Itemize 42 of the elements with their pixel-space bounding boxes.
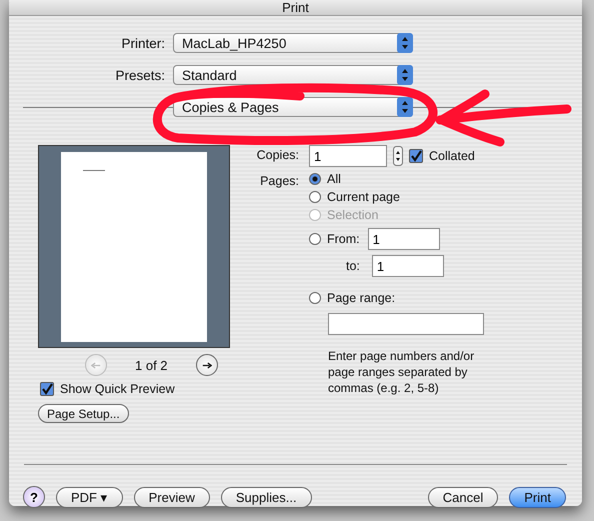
popup-menu[interactable]: Standard [173, 65, 413, 85]
updown-arrows-icon [397, 65, 413, 85]
to-field[interactable]: 1 [372, 255, 444, 277]
radio-label: From: [327, 232, 360, 246]
radio-button[interactable] [309, 233, 321, 245]
to-label: to: [346, 259, 360, 273]
radio-label: All [327, 172, 341, 186]
checkbox-label: Show Quick Preview [60, 382, 175, 396]
left-arrow-icon [91, 362, 101, 368]
radio-label: Current page [327, 190, 400, 204]
default-button[interactable]: Print [509, 486, 566, 508]
push-button[interactable]: Cancel [428, 486, 498, 508]
push-button[interactable]: Preview [134, 486, 210, 508]
page-indicator: 1 of 2 [135, 358, 168, 372]
checkbox[interactable] [40, 382, 54, 396]
menu-button[interactable]: PDF ▾ [56, 486, 123, 508]
next-page-button[interactable] [196, 354, 218, 376]
help-button[interactable]: ? [23, 486, 45, 508]
popup-label: Presets: [114, 68, 166, 82]
section-popup-menu[interactable]: Copies & Pages [173, 97, 413, 117]
popup-label: Printer: [120, 36, 166, 50]
window-title: Print [282, 0, 309, 15]
radio-button[interactable] [309, 172, 321, 184]
copies-field[interactable]: 1 [309, 145, 387, 167]
pages-label: Pages: [259, 173, 300, 190]
updown-arrows-icon [397, 97, 413, 117]
checkbox[interactable] [409, 149, 423, 163]
push-button[interactable]: Supplies... [220, 486, 312, 508]
stepper-icon[interactable] [393, 146, 403, 166]
page-range-field[interactable] [328, 313, 484, 335]
copies-label: Copies: [256, 147, 300, 164]
radio-button[interactable] [309, 190, 321, 202]
radio-label: Selection [327, 208, 378, 222]
radio-button[interactable] [309, 292, 321, 304]
from-field[interactable]: 1 [368, 228, 440, 250]
radio-label: Page range: [327, 290, 396, 304]
updown-arrows-icon [397, 33, 413, 53]
hint-text: Enter page numbers and/or page ranges separated by commas (e.g. 2, 5-8) [328, 348, 476, 396]
popup-menu[interactable]: MacLab_HP4250 [173, 33, 413, 53]
right-arrow-icon [202, 362, 212, 368]
page-setup-button[interactable]: Page Setup... [38, 404, 129, 423]
checkbox-label: Collated [429, 149, 475, 163]
